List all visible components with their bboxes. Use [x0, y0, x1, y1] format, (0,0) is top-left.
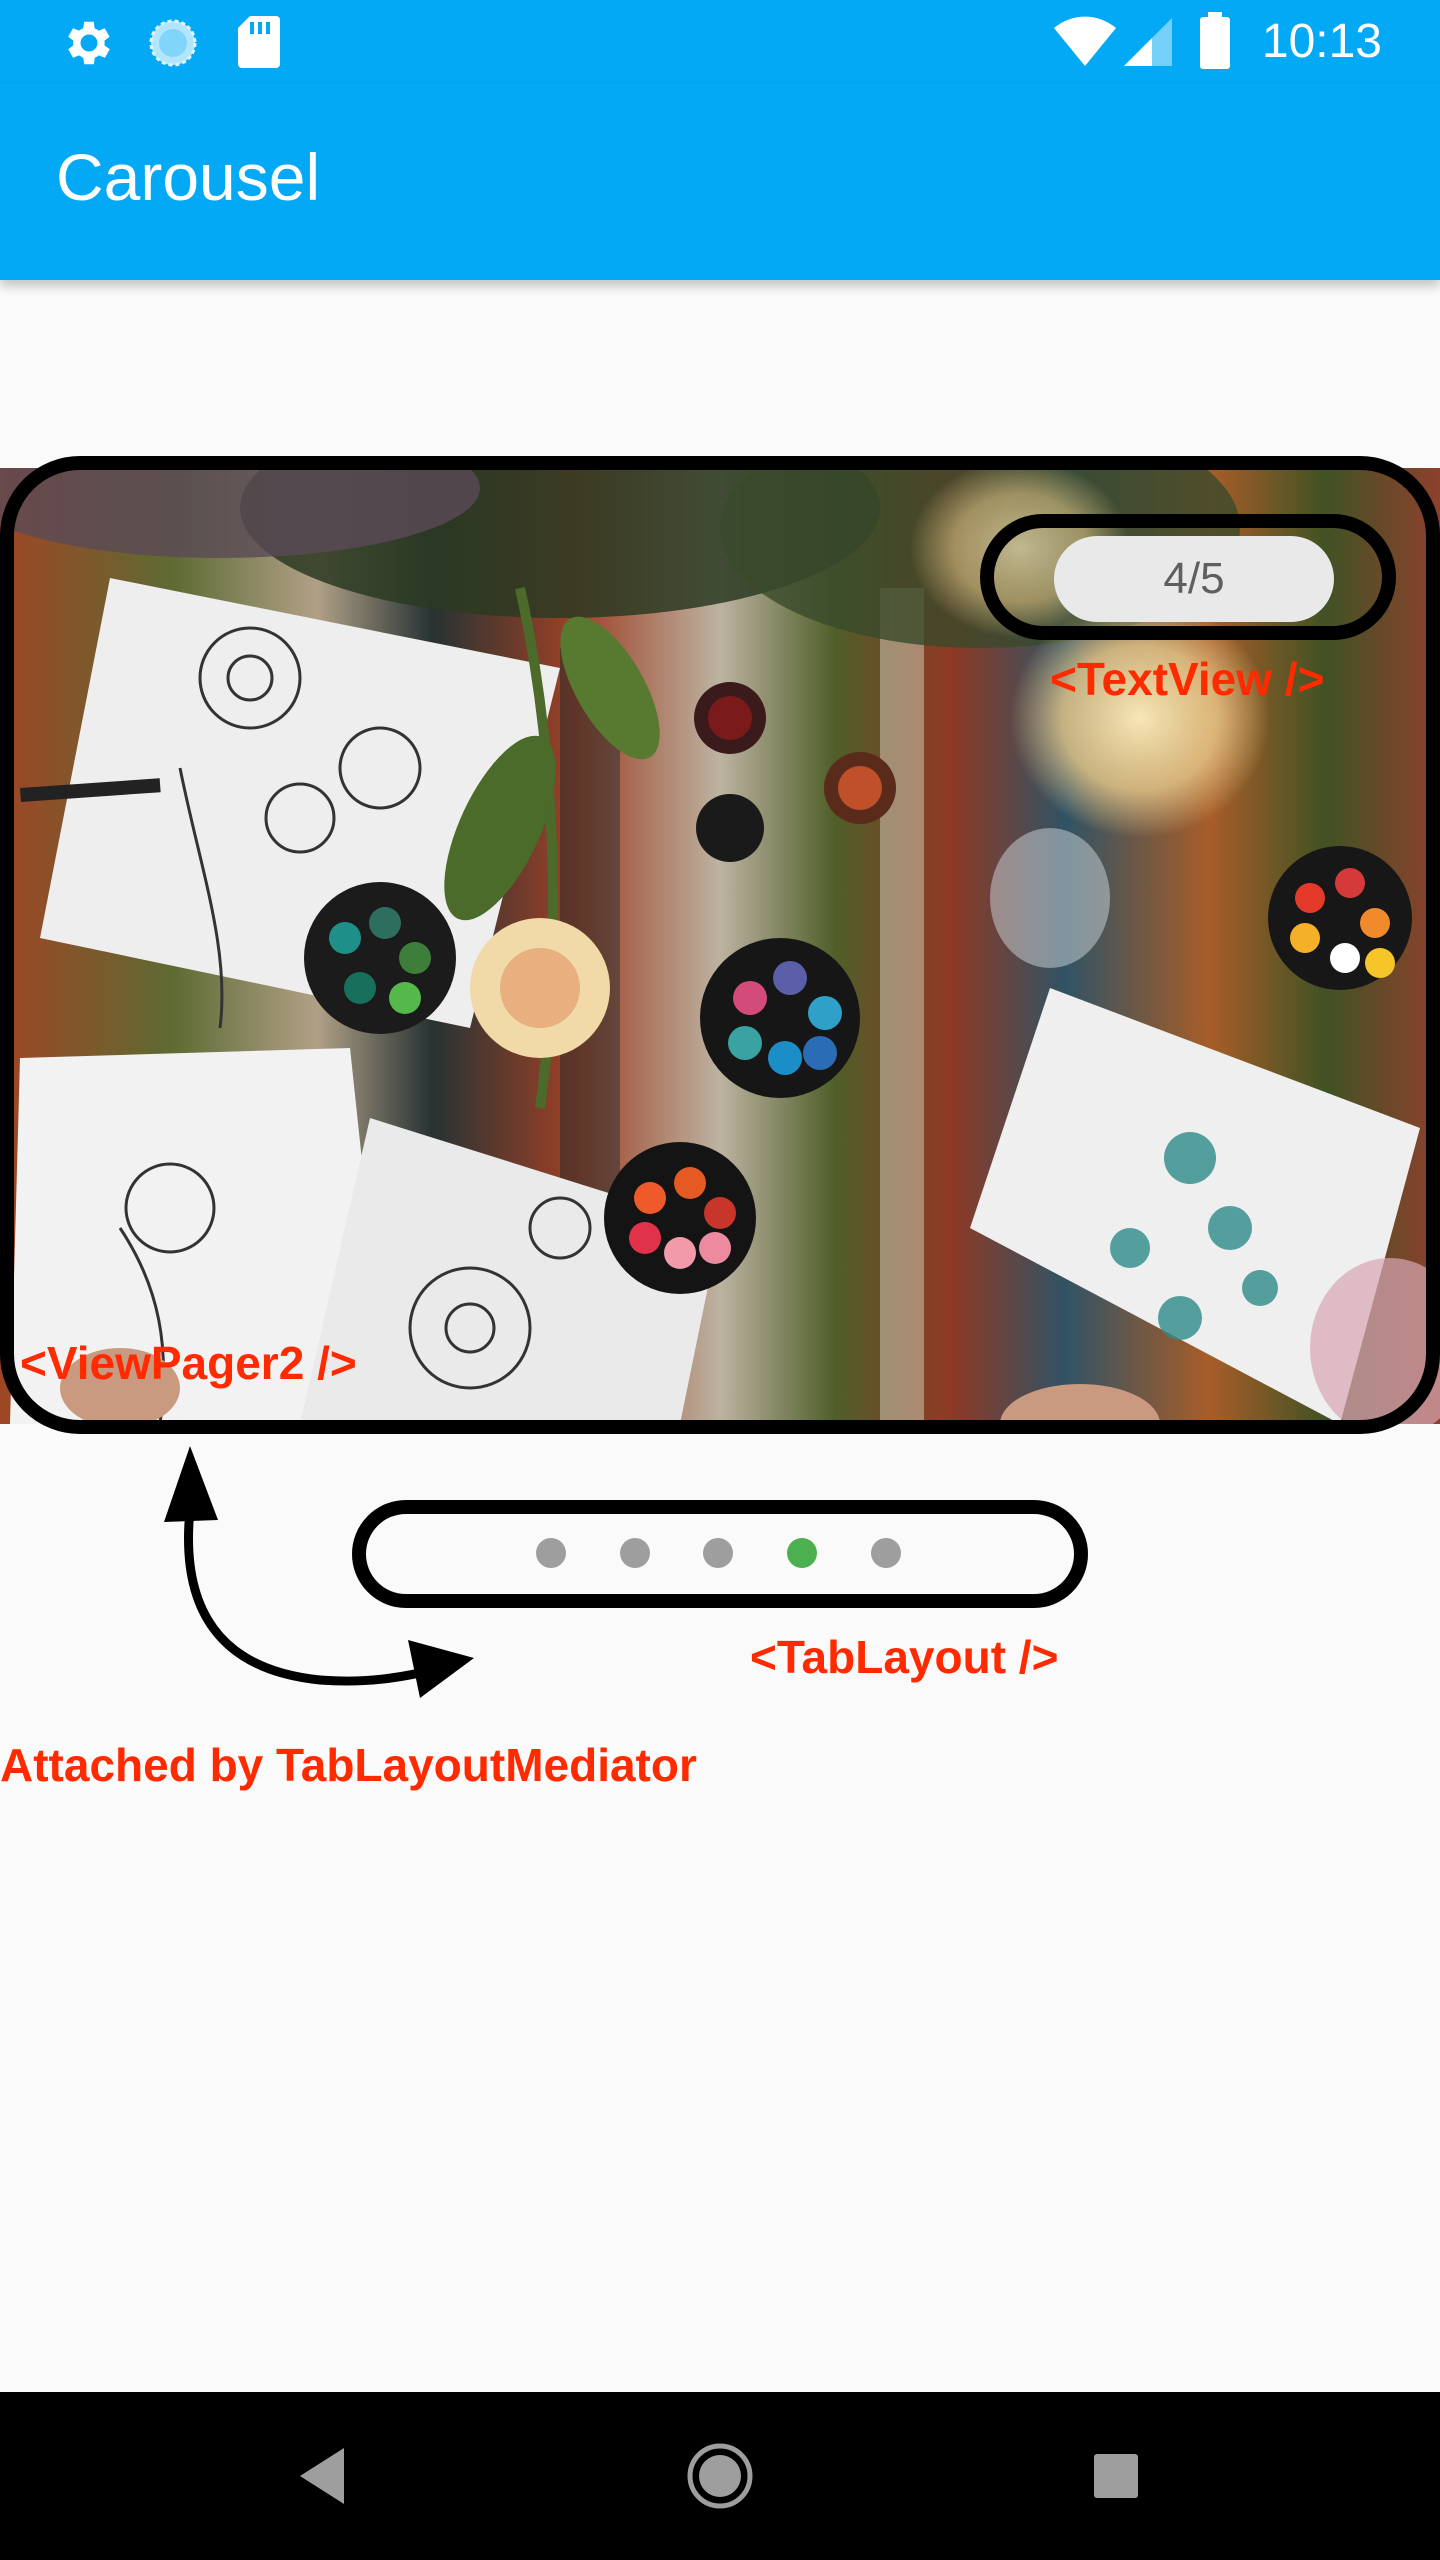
textview-outline [980, 514, 1396, 640]
textview-annotation: <TextView /> [1050, 653, 1325, 705]
recents-icon[interactable] [1076, 2392, 1156, 2560]
status-bar: 10:13 [0, 0, 1440, 84]
app-bar: Carousel [0, 84, 1440, 280]
sd-card-icon [238, 16, 280, 68]
viewpager-annotation: <ViewPager2 /> [20, 1337, 357, 1389]
app-title: Carousel [56, 140, 321, 214]
status-time: 10:13 [1261, 15, 1382, 68]
navigation-bar [0, 2392, 1440, 2560]
tablayout-annotation: <TabLayout /> [750, 1631, 1059, 1683]
home-icon[interactable] [680, 2392, 760, 2560]
double-arrow-icon [164, 1446, 474, 1698]
mediator-annotation: Attached by TabLayoutMediator [0, 1739, 697, 1791]
gear-icon [68, 21, 110, 65]
battery-icon [1200, 12, 1230, 69]
screen: 10:13 Carousel 4/5 <TextView /> <ViewPag… [0, 0, 1440, 2560]
wifi-icon [1054, 16, 1116, 66]
cell-signal-icon [1124, 18, 1172, 66]
sync-icon [149, 19, 197, 67]
back-icon[interactable] [284, 2392, 364, 2560]
